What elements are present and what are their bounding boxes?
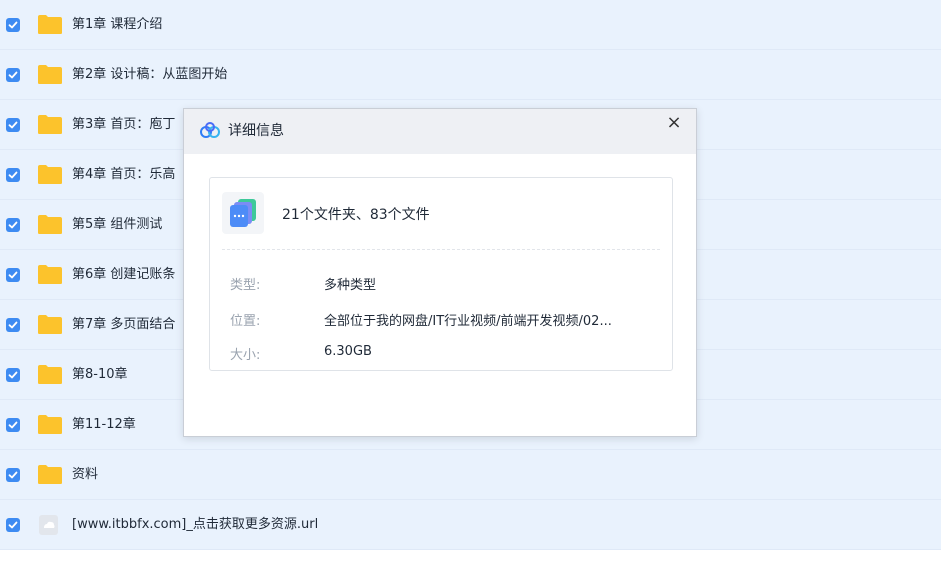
file-name[interactable]: 第3章 首页：庖丁 [72,117,175,133]
checkbox[interactable] [6,418,20,432]
type-label: 类型: [230,278,261,293]
folder-icon [38,365,62,384]
dialog-header: 详细信息 × [184,109,696,154]
close-button[interactable]: × [664,113,684,133]
size-label: 大小: [230,348,261,363]
folder-icon [38,115,62,134]
type-value: 多种类型 [324,278,377,293]
folder-icon [38,265,62,284]
file-name[interactable]: 第6章 创建记账条 [72,267,175,283]
dialog-title: 详细信息 [228,123,284,139]
folder-icon [38,465,62,484]
file-name[interactable]: 资料 [72,467,98,483]
location-value: 全部位于我的网盘/IT行业视频/前端开发视频/02... [324,314,612,329]
file-name[interactable]: 第1章 课程介绍 [72,17,162,33]
checkbox[interactable] [6,118,20,132]
checkbox[interactable] [6,18,20,32]
folder-icon [38,415,62,434]
file-row[interactable]: [www.itbbfx.com]_点击获取更多资源.url [0,500,941,550]
divider [222,249,660,250]
checkbox[interactable] [6,318,20,332]
baidu-netdisk-logo-icon [200,122,220,138]
checkbox[interactable] [6,218,20,232]
checkbox[interactable] [6,518,20,532]
file-row[interactable]: 资料 [0,450,941,500]
checkbox[interactable] [6,168,20,182]
selection-summary: 21个文件夹、83个文件 [282,207,430,223]
file-name[interactable]: [www.itbbfx.com]_点击获取更多资源.url [72,517,318,533]
file-row[interactable]: 第2章 设计稿：从蓝图开始 [0,50,941,100]
file-name[interactable]: 第4章 首页：乐高 [72,167,175,183]
checkbox[interactable] [6,68,20,82]
location-label: 位置: [230,314,261,329]
file-name[interactable]: 第7章 多页面结合 [72,317,175,333]
folder-icon [38,315,62,334]
file-row[interactable]: 第1章 课程介绍 [0,0,941,50]
folder-icon [38,65,62,84]
file-name[interactable]: 第11-12章 [72,417,136,433]
file-name[interactable]: 第8-10章 [72,367,128,383]
file-name[interactable]: 第2章 设计稿：从蓝图开始 [72,67,227,83]
checkbox[interactable] [6,468,20,482]
details-dialog: 详细信息 × 21个文件夹、83个文件 类型: 多种类型 位置: 全部位于我的网… [183,108,697,437]
folder-icon [38,215,62,234]
info-card: 21个文件夹、83个文件 类型: 多种类型 位置: 全部位于我的网盘/IT行业视… [209,177,673,371]
folder-icon [38,165,62,184]
url-file-icon [39,515,58,535]
size-value: 6.30GB [324,344,372,359]
checkbox[interactable] [6,268,20,282]
folder-icon [38,15,62,34]
multi-file-icon [222,192,264,234]
checkbox[interactable] [6,368,20,382]
file-name[interactable]: 第5章 组件测试 [72,217,162,233]
